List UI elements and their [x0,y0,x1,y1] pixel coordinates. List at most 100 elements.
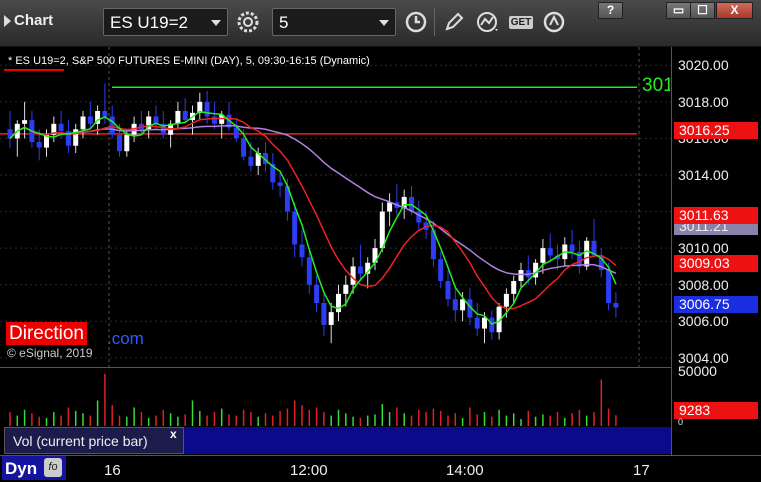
candle-body [452,299,458,311]
volume-current-tag: 9283 [674,402,758,419]
pencil-icon[interactable] [438,8,470,36]
lock-icon[interactable]: fo [44,458,62,477]
symbol-input[interactable]: ES U19=2 [103,8,228,36]
price-tag-last: 3006.75 [674,296,758,313]
green-line-label: 301 [642,75,670,96]
candle-body [299,244,305,258]
candle-body [124,134,130,152]
candle-body [438,259,444,282]
candle-body [482,317,487,329]
price-tag-ma-slow: 3011.63 [674,207,758,224]
candle-body [306,257,312,285]
price-tick: 3018.00 [678,93,729,110]
close-button[interactable]: X [716,2,753,19]
candle-body [584,240,590,267]
candle-body [211,116,217,124]
app-title: Chart [14,12,54,29]
candle-body [22,120,28,124]
time-tick: 16 [104,462,121,479]
gear-icon[interactable] [232,8,264,36]
candle-body [379,211,385,249]
candle-body [518,270,524,282]
volume-pane[interactable] [0,367,671,428]
volume-chart-svg[interactable] [0,368,671,428]
ma-slow-line [9,117,617,310]
price-chart-svg[interactable] [0,47,671,367]
maximize-button[interactable]: ☐ [690,2,715,19]
price-tick: 3006.00 [678,313,729,330]
toolbar-separator [434,8,435,36]
minimize-button[interactable]: ▭ [666,2,691,19]
candle-body [117,134,122,152]
price-tick: 3020.00 [678,57,729,74]
candle-body [277,182,283,186]
price-tick: 3010.00 [678,240,729,257]
direction-logo-suffix: .com [107,329,144,348]
get-label: GET [508,15,534,29]
candle-body [387,202,393,212]
candle-body [314,284,320,303]
volume-study-label[interactable]: Vol (current price bar) [4,427,184,454]
time-axis[interactable]: 16 12:00 14:00 17 [0,455,761,482]
clock-icon[interactable] [400,8,432,36]
candle-body [357,266,363,274]
chart-app-icon [4,15,11,27]
time-tick: 12:00 [290,462,328,479]
get-icon[interactable]: GET [505,8,537,36]
price-axis[interactable]: 3020.003018.003016.003014.003012.003010.… [671,47,761,459]
candle-body [606,270,612,303]
time-tick: 14:00 [446,462,484,479]
candle-body [569,244,575,252]
direction-logo: Direction [6,322,87,345]
candle-body [489,317,495,333]
candle-body [292,211,298,245]
candle-body [80,116,86,130]
symbol-value: ES U19=2 [110,13,188,32]
candle-body [328,312,334,325]
candle-body [613,303,619,308]
candle-body [182,111,188,121]
study-icon[interactable] [472,8,504,36]
candle-body [204,101,210,117]
chevron-down-icon[interactable] [211,20,221,26]
price-tag-level: 3016.25 [674,122,758,139]
dynamic-mode-label: Dyn [5,459,38,478]
candle-body [547,248,553,256]
interval-input[interactable]: 5 [272,8,396,36]
candle-body [241,138,247,157]
candle-body [474,317,480,329]
price-tick: 3008.00 [678,276,729,293]
ma-long-line [9,124,617,276]
candle-body [248,156,254,166]
candle-body [321,303,327,325]
chart-title: * ES U19=2, S&P 500 FUTURES E-MINI (DAY)… [8,55,370,67]
title-underline [4,69,64,71]
candle-body [511,281,517,294]
candle-body [102,111,108,117]
help-button[interactable]: ? [598,2,623,19]
candle-body [445,281,451,300]
chevron-down-icon[interactable] [379,20,389,26]
candle-body [109,116,115,135]
interval-value: 5 [279,13,289,32]
candle-body [460,299,466,311]
volume-axis-top: 50000 [678,363,717,379]
candle-body [175,111,181,124]
price-tick: 3014.00 [678,167,729,183]
candle-body [36,142,42,148]
volume-label-band [184,427,671,454]
volume-close-icon[interactable]: x [170,427,177,441]
time-tick: 17 [633,462,650,479]
candle-body [343,284,349,294]
copyright: © eSignal, 2019 [7,346,93,360]
candle-body [540,248,546,263]
candle-body [87,116,93,124]
price-tag-ma-fast: 3009.03 [674,255,758,272]
candle-body [503,293,509,307]
candle-body [58,123,64,132]
link-icon[interactable] [538,8,570,36]
ma-fast-line [9,110,617,325]
volume-axis-bottom: 0 [678,417,684,427]
candle-body [336,293,341,313]
price-chart[interactable] [0,47,671,367]
